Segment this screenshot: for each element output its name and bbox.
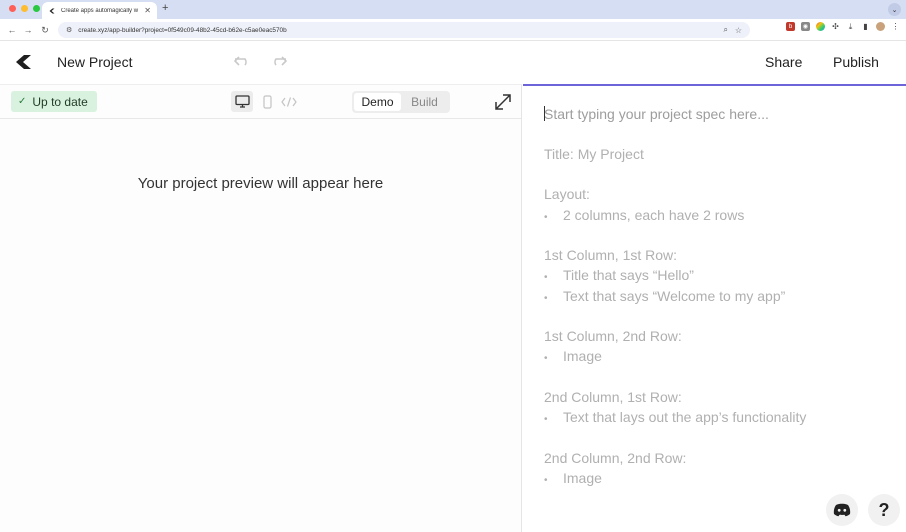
publish-button[interactable]: Publish <box>833 54 879 70</box>
preview-panel: ✓ Up to date Demo Build Your project pre… <box>0 84 522 532</box>
forward-arrow-icon[interactable]: → <box>21 23 35 37</box>
preview-toolbar: ✓ Up to date Demo Build <box>0 85 521 119</box>
project-title[interactable]: New Project <box>57 54 132 70</box>
spec-bullet-item: • Text that says “Welcome to my app” <box>544 288 785 304</box>
spec-bullet-item: • Image <box>544 470 602 486</box>
preview-placeholder-message: Your project preview will appear here <box>137 175 384 192</box>
spec-bullet-text: Image <box>563 348 602 364</box>
expand-icon[interactable] <box>494 93 512 111</box>
back-arrow-icon[interactable]: ← <box>5 23 19 37</box>
reload-icon[interactable]: ↻ <box>38 23 52 37</box>
phone-icon <box>262 94 272 109</box>
status-label: Up to date <box>32 94 88 109</box>
code-view-button[interactable] <box>278 91 300 112</box>
spec-line: 2nd Column, 2nd Row: <box>544 450 687 466</box>
share-button[interactable]: Share <box>765 54 802 70</box>
extension-red-icon[interactable]: b <box>786 22 795 31</box>
help-button[interactable]: ? <box>868 494 900 526</box>
discord-button[interactable] <box>826 494 858 526</box>
mobile-view-button[interactable] <box>256 91 278 112</box>
spec-bullet-item: • Text that lays out the app’s functional… <box>544 409 806 425</box>
spec-line: 2nd Column, 1st Row: <box>544 389 682 405</box>
window-controls <box>9 5 40 12</box>
extension-camera-icon[interactable]: ◉ <box>801 22 810 31</box>
bullet-glyph: • <box>544 293 548 304</box>
redo-icon[interactable] <box>269 54 287 68</box>
extensions-puzzle-icon[interactable]: ✣ <box>831 22 840 31</box>
tab-search-chevron-icon[interactable]: ⌄ <box>888 3 901 16</box>
spec-bullet-text: Title that says “Hello” <box>563 267 694 283</box>
demo-build-toggle: Demo Build <box>352 91 450 113</box>
text-cursor <box>544 106 545 121</box>
bullet-glyph: • <box>544 212 548 223</box>
window-minimize-button[interactable] <box>21 5 28 12</box>
extension-icons: b ◉ ✣ ⤓ ▮ ⋮ <box>786 22 900 31</box>
status-badge: ✓ Up to date <box>11 91 97 112</box>
spec-bullet-item: • 2 columns, each have 2 rows <box>544 207 744 223</box>
monitor-icon <box>234 95 250 108</box>
discord-icon <box>833 503 851 517</box>
site-settings-icon[interactable]: ⚙ <box>66 26 72 34</box>
app-header: New Project Share Publish <box>0 41 906 84</box>
tab-build[interactable]: Build <box>401 93 448 111</box>
spec-bullet-item: • Title that says “Hello” <box>544 267 694 283</box>
bullet-glyph: • <box>544 414 548 425</box>
bullet-glyph: • <box>544 272 548 283</box>
spec-bullet-text: Image <box>563 470 602 486</box>
url-field[interactable]: ⚙ create.xyz/app-builder?project=0f549c0… <box>58 22 750 38</box>
browser-tab-bar: Create apps automagically w ✕ + ⌄ <box>0 0 906 19</box>
tab-demo[interactable]: Demo <box>354 93 401 111</box>
bullet-glyph: • <box>544 353 548 364</box>
browser-tab-active[interactable]: Create apps automagically w ✕ <box>42 2 157 19</box>
create-logo-icon[interactable] <box>15 54 33 70</box>
new-tab-button[interactable]: + <box>162 3 168 14</box>
undo-icon[interactable] <box>234 54 252 68</box>
spec-line: Layout: <box>544 186 590 202</box>
window-maximize-button[interactable] <box>33 5 40 12</box>
spec-bullet-text: Text that says “Welcome to my app” <box>563 288 786 304</box>
spec-placeholder: Start typing your project spec here... <box>544 106 769 122</box>
spec-bullet-item: • Image <box>544 348 602 364</box>
zoom-icon[interactable]: ⌕ <box>724 25 728 35</box>
window-close-button[interactable] <box>9 5 16 12</box>
desktop-view-button[interactable] <box>231 91 253 112</box>
download-icon[interactable]: ⤓ <box>846 22 855 31</box>
extension-colorwheel-icon[interactable] <box>816 22 825 31</box>
spec-line: Title: My Project <box>544 146 644 162</box>
bookmark-star-icon[interactable]: ☆ <box>735 26 742 35</box>
tab-title: Create apps automagically w <box>61 7 139 14</box>
bullet-glyph: • <box>544 475 548 486</box>
spec-editor[interactable]: Start typing your project spec here... T… <box>523 86 906 532</box>
spec-bullet-text: Text that lays out the app’s functionali… <box>563 409 807 425</box>
sidebar-icon[interactable]: ▮ <box>861 22 870 31</box>
browser-address-bar: ← → ↻ ⚙ create.xyz/app-builder?project=0… <box>0 19 906 41</box>
browser-menu-icon[interactable]: ⋮ <box>891 22 900 31</box>
code-icon <box>281 96 297 107</box>
spec-bullet-text: 2 columns, each have 2 rows <box>563 207 745 223</box>
tab-close-icon[interactable]: ✕ <box>144 6 151 15</box>
create-logo-icon <box>49 8 55 13</box>
spec-line: 1st Column, 2nd Row: <box>544 328 682 344</box>
url-text: create.xyz/app-builder?project=0f549c09-… <box>78 26 287 34</box>
check-icon: ✓ <box>18 96 27 107</box>
profile-avatar[interactable] <box>876 22 885 31</box>
spec-line: 1st Column, 1st Row: <box>544 247 678 263</box>
